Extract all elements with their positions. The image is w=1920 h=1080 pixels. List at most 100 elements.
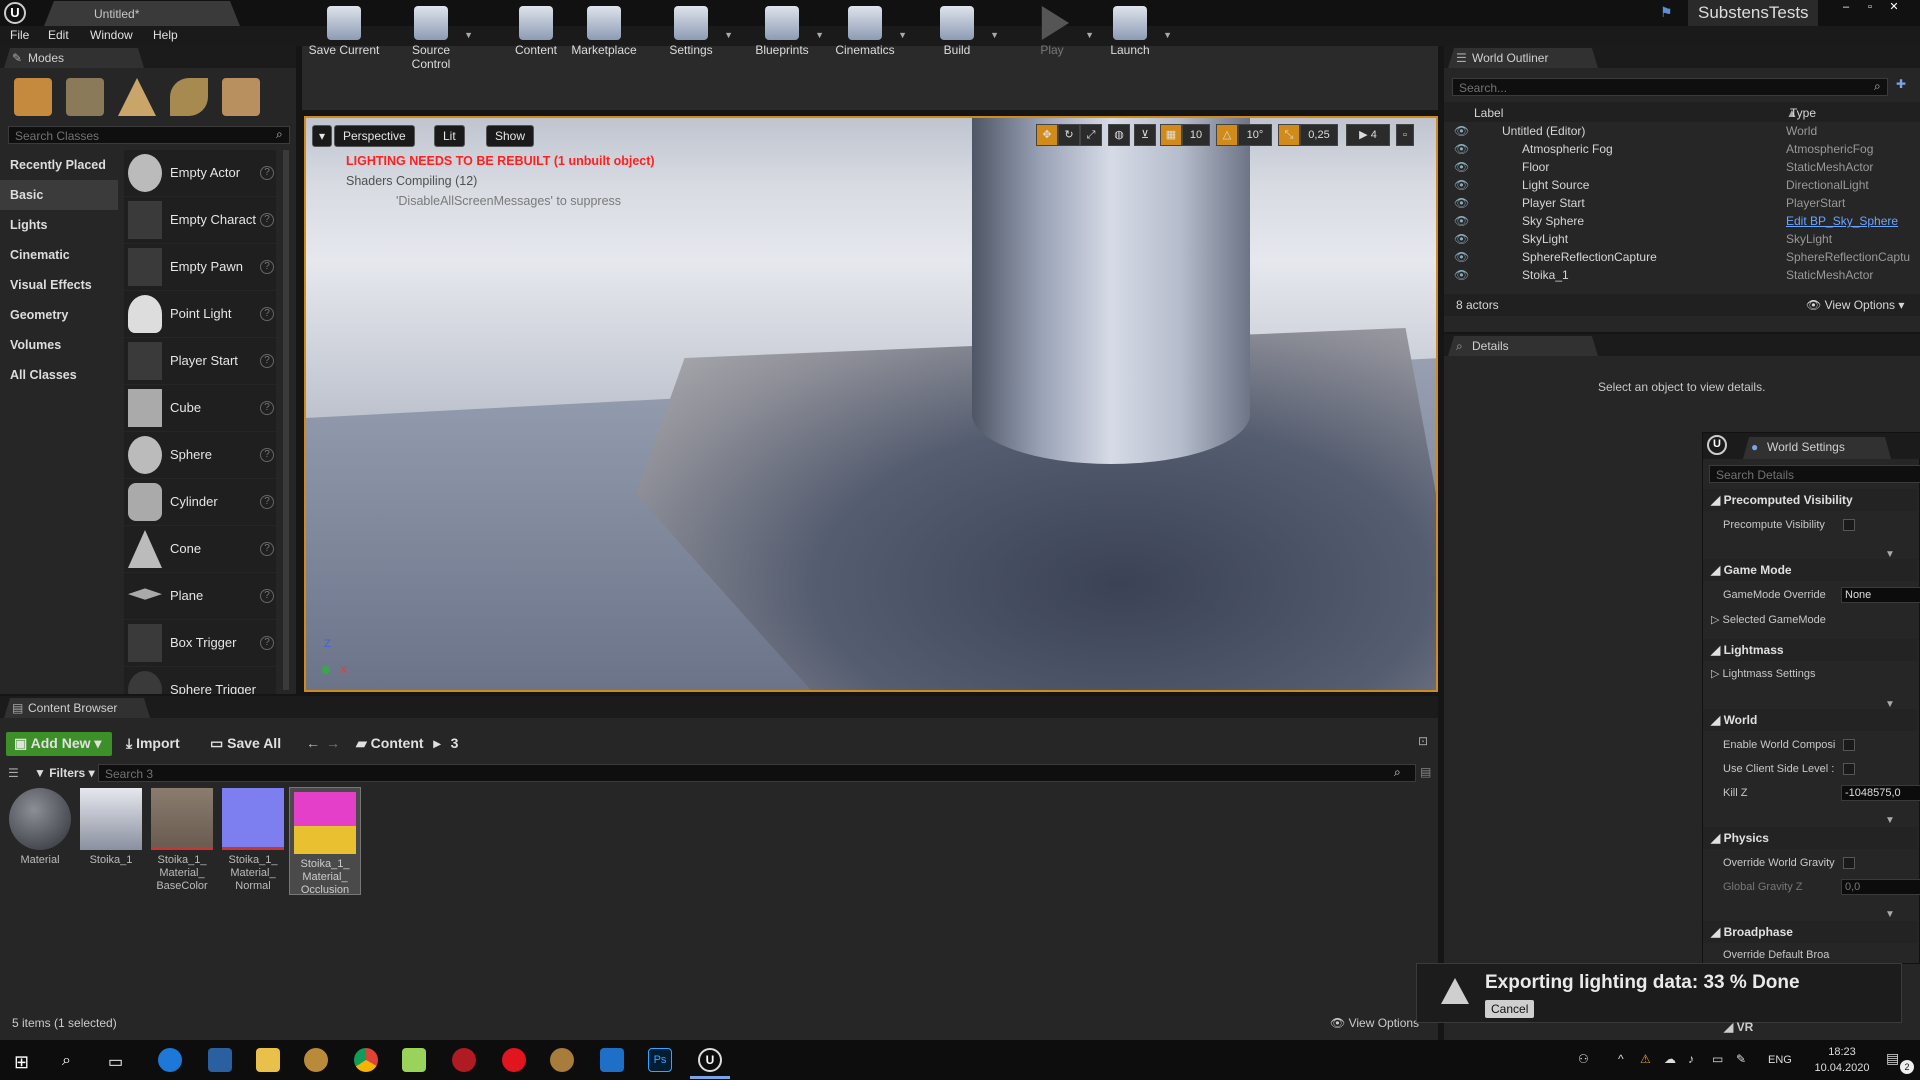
eye-icon[interactable]: 👁 [1454, 214, 1469, 228]
section-precomputed-visibility[interactable]: ◢ Precomputed Visibility [1703, 489, 1917, 511]
play-button[interactable]: Play ▼ [1012, 2, 1094, 62]
eye-icon[interactable]: 👁 [1454, 250, 1469, 264]
paint-mode-icon[interactable] [66, 78, 104, 116]
list-item[interactable]: Sphere Trigger [124, 667, 276, 694]
marketplace-button[interactable]: Marketplace [564, 2, 644, 62]
tab-content-browser[interactable]: ▤ Content Browser [4, 698, 150, 718]
enable-world-composition-checkbox[interactable] [1843, 739, 1855, 751]
restore-button[interactable]: ▫ [1858, 0, 1882, 14]
source-control-button[interactable]: Source Control ▼ [391, 2, 473, 71]
save-all-button[interactable]: ▭ Save All [210, 732, 281, 756]
section-world[interactable]: ◢ World [1703, 709, 1917, 731]
gamemode-override-select[interactable]: None [1841, 587, 1920, 603]
chrome-icon[interactable] [354, 1048, 378, 1072]
app-icon[interactable] [452, 1048, 476, 1072]
help-icon[interactable]: ? [260, 542, 274, 556]
table-row[interactable]: 👁 Untitled (Editor) World [1444, 124, 1914, 142]
grid-snap-icon[interactable]: ▦ [1160, 124, 1182, 146]
kill-z-input[interactable]: -1048575,0 [1841, 785, 1920, 801]
help-icon[interactable]: ? [260, 354, 274, 368]
rotate-icon[interactable]: ↻ [1058, 124, 1080, 146]
eye-icon[interactable]: 👁 [1454, 142, 1469, 156]
help-icon[interactable]: ? [260, 589, 274, 603]
chevron-down-icon[interactable]: ▼ [990, 30, 999, 40]
show-button[interactable]: Show [486, 125, 535, 147]
foliage-mode-icon[interactable] [170, 78, 208, 116]
help-icon[interactable]: ? [260, 260, 274, 274]
scale-icon[interactable]: ⤢ [1080, 124, 1102, 146]
breadcrumb-content[interactable]: Content [371, 735, 424, 751]
list-item[interactable]: Player Start? [124, 338, 276, 384]
cinematics-button[interactable]: Cinematics ▼ [825, 2, 907, 62]
save-search-icon[interactable]: ▤ [1420, 765, 1431, 779]
list-item[interactable]: Cube? [124, 385, 276, 431]
content-search-input[interactable]: Search 3 [98, 764, 1416, 782]
add-new-button[interactable]: ▣ Add New ▾ [6, 732, 112, 756]
table-row[interactable]: 👁 Floor StaticMeshActor [1444, 160, 1914, 178]
chevron-down-icon[interactable]: ▼ [1163, 30, 1172, 40]
chevron-down-icon[interactable]: ▼ [724, 30, 733, 40]
expand-advanced-icon[interactable]: ▼ [1885, 815, 1895, 826]
outliner-search-input[interactable]: Search... [1452, 78, 1888, 96]
menu-help[interactable]: Help [153, 28, 178, 42]
asset-tile[interactable]: Stoika_1 [79, 788, 143, 894]
list-item[interactable]: Point Light? [124, 291, 276, 337]
import-button[interactable]: ⤓ Import [126, 732, 180, 756]
scrollbar[interactable] [283, 150, 289, 690]
close-button[interactable]: ✕ [1882, 0, 1906, 14]
photoshop-icon[interactable]: Ps [648, 1048, 672, 1072]
rotation-snap-icon[interactable]: △ [1216, 124, 1238, 146]
lit-button[interactable]: Lit [434, 125, 465, 147]
level-viewport[interactable]: ▾ Perspective Lit Show LIGHTING NEEDS TO… [304, 116, 1438, 692]
sources-panel-icon[interactable]: ☰ [8, 766, 19, 780]
override-gravity-checkbox[interactable] [1843, 857, 1855, 869]
surface-snap-icon[interactable]: ⊻ [1134, 124, 1156, 146]
eye-icon[interactable]: 👁 [1454, 160, 1469, 174]
table-row[interactable]: 👁 SkyLight SkyLight [1444, 232, 1914, 250]
add-filter-icon[interactable]: ✚ [1896, 77, 1906, 91]
radiation-app-icon[interactable] [304, 1048, 328, 1072]
table-row[interactable]: 👁 Sky Sphere Edit BP_Sky_Sphere [1444, 214, 1914, 232]
menu-file[interactable]: File [10, 28, 29, 42]
document-tab[interactable]: Untitled* [44, 1, 240, 26]
chevron-down-icon[interactable]: ▼ [815, 30, 824, 40]
landscape-mode-icon[interactable] [118, 78, 156, 116]
edit-blueprint-link[interactable]: Edit BP_Sky_Sphere [1786, 214, 1898, 228]
table-row[interactable]: 👁 Player Start PlayerStart [1444, 196, 1914, 214]
tab-world-settings[interactable]: ● World Settings [1743, 437, 1891, 459]
scale-snap-icon[interactable]: ⤡ [1278, 124, 1300, 146]
chevron-down-icon[interactable]: ▼ [464, 30, 473, 40]
blueprints-button[interactable]: Blueprints ▼ [742, 2, 824, 62]
col-label[interactable]: Label [1474, 106, 1503, 120]
store-icon[interactable] [208, 1048, 232, 1072]
precompute-visibility-checkbox[interactable] [1843, 519, 1855, 531]
category-all-classes[interactable]: All Classes [0, 360, 118, 390]
global-gravity-input[interactable]: 0,0 [1841, 879, 1920, 895]
lock-icon[interactable]: ⊡ [1418, 734, 1428, 748]
table-row[interactable]: 👁 Atmospheric Fog AtmosphericFog [1444, 142, 1914, 160]
settings-button[interactable]: Settings ▼ [651, 2, 733, 62]
notifications-icon[interactable]: ▤ [1886, 1050, 1899, 1067]
section-broadphase[interactable]: ◢ Broadphase [1703, 921, 1917, 943]
section-lightmass[interactable]: ◢ Lightmass [1703, 639, 1917, 661]
translate-icon[interactable]: ✥ [1036, 124, 1058, 146]
place-mode-icon[interactable] [14, 78, 52, 116]
tray-app-icon[interactable]: ⚠ [1640, 1052, 1651, 1066]
tab-world-outliner[interactable]: ☰ World Outliner [1448, 48, 1598, 68]
help-icon[interactable]: ? [260, 307, 274, 321]
maximize-viewport-icon[interactable]: ▫ [1396, 124, 1414, 146]
chevron-up-icon[interactable]: ^ [1618, 1052, 1624, 1066]
category-visual-effects[interactable]: Visual Effects [0, 270, 118, 300]
list-item[interactable]: Empty Charact? [124, 197, 276, 243]
help-icon[interactable]: ? [260, 213, 274, 227]
asset-tile[interactable]: Stoika_1_ Material_ Normal [221, 788, 285, 894]
category-lights[interactable]: Lights [0, 210, 118, 240]
asset-tile[interactable]: Stoika_1_ Material_ BaseColor [150, 788, 214, 894]
category-geometry[interactable]: Geometry [0, 300, 118, 330]
lightmass-settings-row[interactable]: ▷ Lightmass Settings [1711, 667, 1901, 680]
eye-icon[interactable]: 👁 [1454, 178, 1469, 192]
category-cinematic[interactable]: Cinematic [0, 240, 118, 270]
network-icon[interactable]: ▭ [1712, 1052, 1723, 1066]
save-current-button[interactable]: Save Current [304, 2, 384, 62]
camera-speed[interactable]: ▶ 4 [1346, 124, 1390, 146]
